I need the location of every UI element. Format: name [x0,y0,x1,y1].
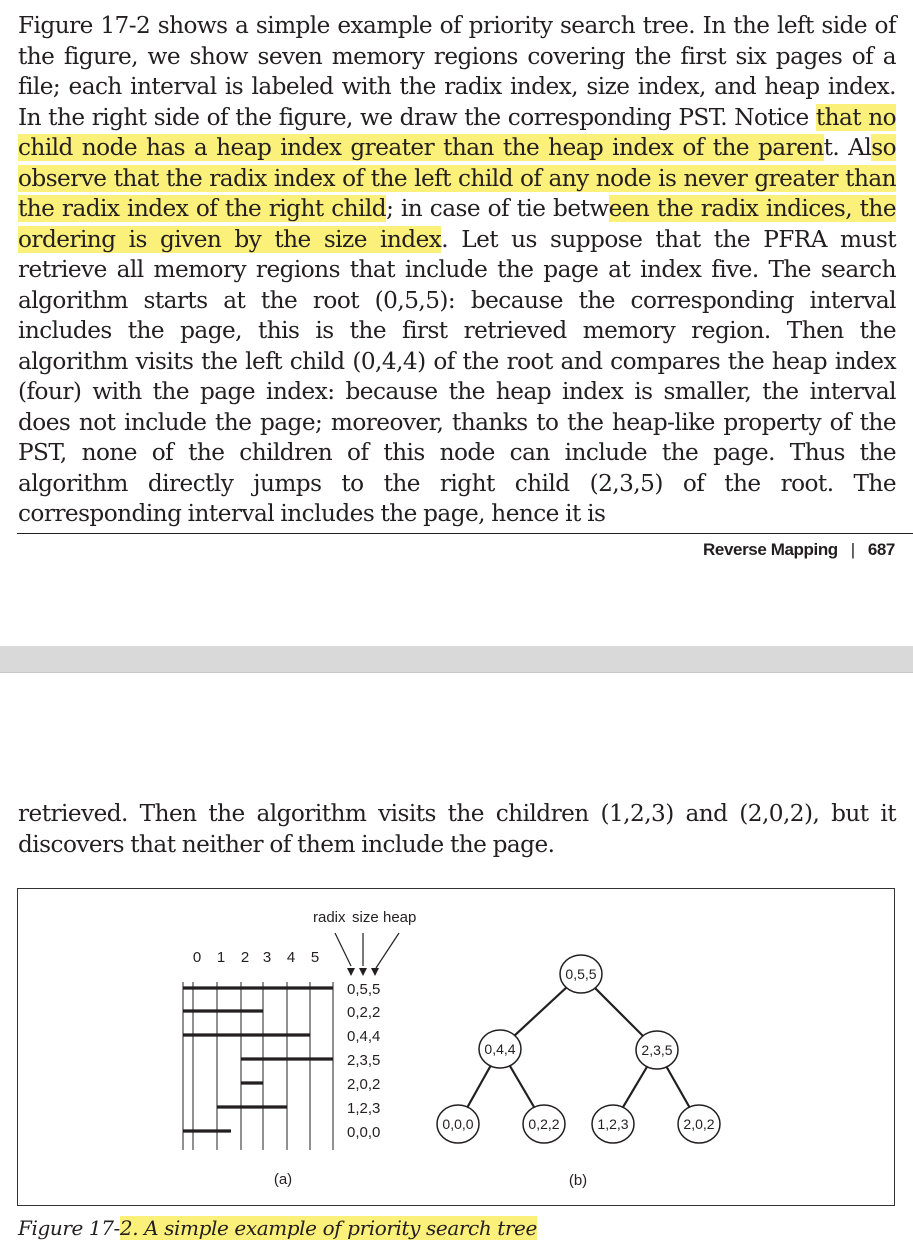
body-paragraph-top: Figure 17-2 shows a simple example of pr… [18,11,897,530]
tree-node-label: 0,0,0 [442,1116,473,1132]
footer-section-title: Reverse Mapping [703,540,838,559]
page-index-label: 5 [311,949,319,966]
caption-highlight: 2. A simple example of priority search t… [119,1216,537,1240]
tree-node-label: 2,0,2 [683,1116,714,1132]
header-label-heap: heap [383,909,416,926]
tree-node: 2,0,2 [677,1104,721,1144]
page-index-label: 4 [287,949,295,966]
text-run: . Let us suppose that the PFRA must retr… [18,225,897,528]
heap-pointer [375,932,400,969]
page-index-label: 3 [263,949,271,966]
tree-node: 0,2,2 [522,1104,566,1144]
page-index-label: 1 [217,949,225,966]
tree-nodes: 0,5,5 0,4,4 2,3,5 0,0,0 0,2,2 1,2,3 2,0,2 [436,954,721,1144]
tree-node-label: 2,3,5 [641,1042,672,1058]
tree-node: 0,5,5 [559,954,603,994]
page-break [0,646,913,673]
tree-node-label: 0,2,2 [528,1116,559,1132]
header-label-radix: radix [313,909,346,926]
text-run: Figure 17-2 shows a simple example of pr… [18,12,897,131]
tree-node: 0,0,0 [436,1104,480,1144]
interval-label: 2,0,2 [347,1076,380,1093]
radix-arrowhead [347,968,355,976]
text-run: ; in case of tie betw [386,195,609,222]
interval-label: 2,3,5 [347,1052,380,1069]
tree-node-label: 1,2,3 [597,1116,628,1132]
size-arrowhead [359,968,367,976]
interval-label: 0,0,0 [347,1124,380,1141]
figure-part-b: 0,5,5 0,4,4 2,3,5 0,0,0 0,2,2 1,2,3 2,0,2 (b) [436,954,721,1189]
sublabel-b: (b) [569,1172,587,1189]
text-run: t. Al [823,134,872,161]
tree-node-label: 0,4,4 [484,1041,515,1057]
tree-node-label: 0,5,5 [565,966,596,982]
tree-node: 0,4,4 [478,1029,522,1069]
interval-labels: 0,5,5 0,2,2 0,4,4 2,3,5 2,0,2 1,2,3 0,0,0 [347,981,380,1141]
heap-arrowhead [371,968,379,976]
body-paragraph-bottom: retrieved. Then the algorithm visits the… [18,800,897,858]
radix-pointer [334,932,352,967]
caption-prefix: Figure 17- [18,1216,120,1240]
interval-label: 0,4,4 [347,1028,380,1045]
tree-node: 1,2,3 [591,1104,635,1144]
figure-part-a: radix size heap 012345 0,5,5 0,2,2 0,4,4 2,… [182,909,416,1188]
footer-rule [17,533,913,534]
interval-label: 1,2,3 [347,1100,380,1117]
page-footer: Reverse Mapping | 687 [703,540,895,560]
header-label-size: size [352,909,379,926]
figure-caption: Figure 17-2. A simple example of priorit… [18,1216,537,1240]
page-index-labels: 012345 [193,949,319,966]
interval-label: 0,5,5 [347,981,380,998]
interval-grid [182,982,334,1150]
page-index-label: 0 [193,949,201,966]
interval-label: 0,2,2 [347,1004,380,1021]
footer-separator: | [850,540,855,559]
tree-node: 2,3,5 [635,1030,679,1070]
page-index-label: 2 [241,949,249,966]
sublabel-a: (a) [274,1171,292,1188]
pst-figure: radix size heap 012345 0,5,5 0,2,2 0,4,4 2,… [182,909,721,1189]
page-number: 687 [867,540,896,559]
